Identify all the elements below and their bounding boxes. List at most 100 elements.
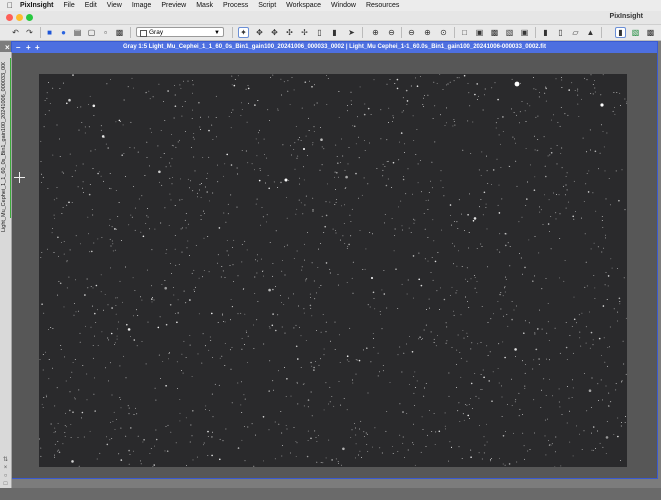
- menu-preview[interactable]: Preview: [156, 2, 191, 9]
- new-image-icon[interactable]: ■: [44, 27, 55, 38]
- star: [219, 357, 221, 359]
- tab-move-icon[interactable]: ⇅: [2, 457, 9, 463]
- star: [179, 398, 181, 400]
- menu-process[interactable]: Process: [218, 2, 253, 9]
- stf-link-icon[interactable]: ▯: [555, 27, 566, 38]
- new-preview-icon[interactable]: ▯: [314, 27, 325, 38]
- redo-icon[interactable]: ↷: [24, 27, 35, 38]
- star: [433, 412, 435, 414]
- menu-window[interactable]: Window: [326, 2, 361, 9]
- move-icon[interactable]: ✢: [299, 27, 310, 38]
- star: [189, 187, 190, 189]
- star: [513, 432, 514, 434]
- close-window-button[interactable]: [6, 14, 13, 21]
- star: [255, 259, 257, 261]
- star: [554, 451, 556, 453]
- rgb-channel-icon[interactable]: ▩: [645, 27, 656, 38]
- zoom-1-1-icon[interactable]: ⊖: [406, 27, 417, 38]
- menu-view[interactable]: View: [102, 2, 127, 9]
- crop-icon[interactable]: ▧: [504, 27, 515, 38]
- star: [57, 440, 59, 442]
- menu-workspace[interactable]: Workspace: [281, 2, 326, 9]
- mask-icon[interactable]: ▣: [519, 27, 530, 38]
- star: [458, 250, 459, 252]
- star: [263, 275, 264, 277]
- zoom-window-button[interactable]: [26, 14, 33, 21]
- stf-auto-icon[interactable]: ▱: [570, 27, 581, 38]
- star: [446, 107, 447, 109]
- zoom-out-icon[interactable]: ⊖: [386, 27, 397, 38]
- image-side-tab[interactable]: Light_Mu_Cephei_1_1_60_0s_Bin1_gain100_2…: [0, 52, 12, 500]
- tab-close-icon[interactable]: ×: [2, 465, 9, 471]
- stf-icon[interactable]: ▮: [540, 27, 551, 38]
- menu-pixinsight[interactable]: PixInsight: [15, 2, 58, 9]
- star: [402, 97, 404, 99]
- menu-image[interactable]: Image: [127, 2, 156, 9]
- tab-lock-icon[interactable]: □: [2, 481, 9, 487]
- menu-mask[interactable]: Mask: [191, 2, 218, 9]
- star: [511, 405, 513, 407]
- star: [352, 125, 354, 127]
- pan-icon[interactable]: ✥: [269, 27, 280, 38]
- green-channel-icon[interactable]: ▧: [630, 27, 641, 38]
- star: [112, 250, 114, 252]
- menu-script[interactable]: Script: [253, 2, 281, 9]
- star: [53, 252, 55, 254]
- star: [58, 280, 60, 282]
- zoom-in-icon[interactable]: ⊕: [370, 27, 381, 38]
- readout-icon[interactable]: ✦: [238, 27, 249, 38]
- star: [355, 359, 357, 361]
- select-icon[interactable]: ➤: [346, 27, 357, 38]
- star: [256, 198, 258, 200]
- undo-icon[interactable]: ↶: [10, 27, 21, 38]
- star: [305, 278, 307, 280]
- minimize-window-button[interactable]: [16, 14, 23, 21]
- screen-transfer-icon[interactable]: ▮: [615, 27, 626, 38]
- center-icon[interactable]: ✣: [284, 27, 295, 38]
- stf-reset-icon[interactable]: ▲: [585, 27, 596, 38]
- image-viewport[interactable]: [12, 53, 657, 478]
- duplicate-icon[interactable]: ▫: [100, 27, 111, 38]
- star: [329, 340, 331, 342]
- star: [499, 233, 501, 235]
- star-field-image[interactable]: [39, 74, 627, 467]
- channel-select[interactable]: Gray ▼: [136, 27, 224, 37]
- star: [164, 119, 166, 121]
- menu-edit[interactable]: Edit: [80, 2, 102, 9]
- star: [134, 229, 136, 231]
- star: [399, 403, 401, 405]
- fit-window-icon[interactable]: □: [459, 27, 470, 38]
- tab-info-icon[interactable]: ○: [2, 473, 9, 479]
- open-icon[interactable]: ●: [58, 27, 69, 38]
- star: [237, 275, 239, 277]
- star: [274, 421, 276, 423]
- star: [626, 102, 627, 104]
- zoom-2-1-icon[interactable]: ⊕: [422, 27, 433, 38]
- image-window-caption[interactable]: × – + + Gray 1:5 Light_Mu_Cephei_1_1_60_…: [5, 42, 657, 53]
- star: [335, 230, 336, 231]
- star: [409, 335, 410, 337]
- star: [136, 345, 138, 347]
- edit-preview-icon[interactable]: ▮: [329, 27, 340, 38]
- star: [256, 254, 258, 256]
- properties-icon[interactable]: ▩: [114, 27, 125, 38]
- star: [561, 76, 563, 78]
- star: [100, 125, 102, 127]
- star: [82, 181, 84, 183]
- menu-resources[interactable]: Resources: [361, 2, 404, 9]
- star: [169, 193, 171, 195]
- star: [201, 362, 203, 364]
- star: [371, 446, 373, 448]
- apple-icon[interactable]: : [5, 1, 15, 10]
- star: [211, 312, 213, 315]
- star: [115, 297, 117, 299]
- expand-icon[interactable]: ▣: [474, 27, 485, 38]
- menu-file[interactable]: File: [58, 2, 79, 9]
- star: [192, 190, 194, 192]
- save-icon[interactable]: ▤: [72, 27, 83, 38]
- frame-icon[interactable]: ▩: [489, 27, 500, 38]
- zoom-window-icon[interactable]: ⊙: [438, 27, 449, 38]
- zoom-fit-icon[interactable]: ✥: [254, 27, 265, 38]
- close-image-icon[interactable]: ▢: [86, 27, 97, 38]
- star: [316, 461, 318, 463]
